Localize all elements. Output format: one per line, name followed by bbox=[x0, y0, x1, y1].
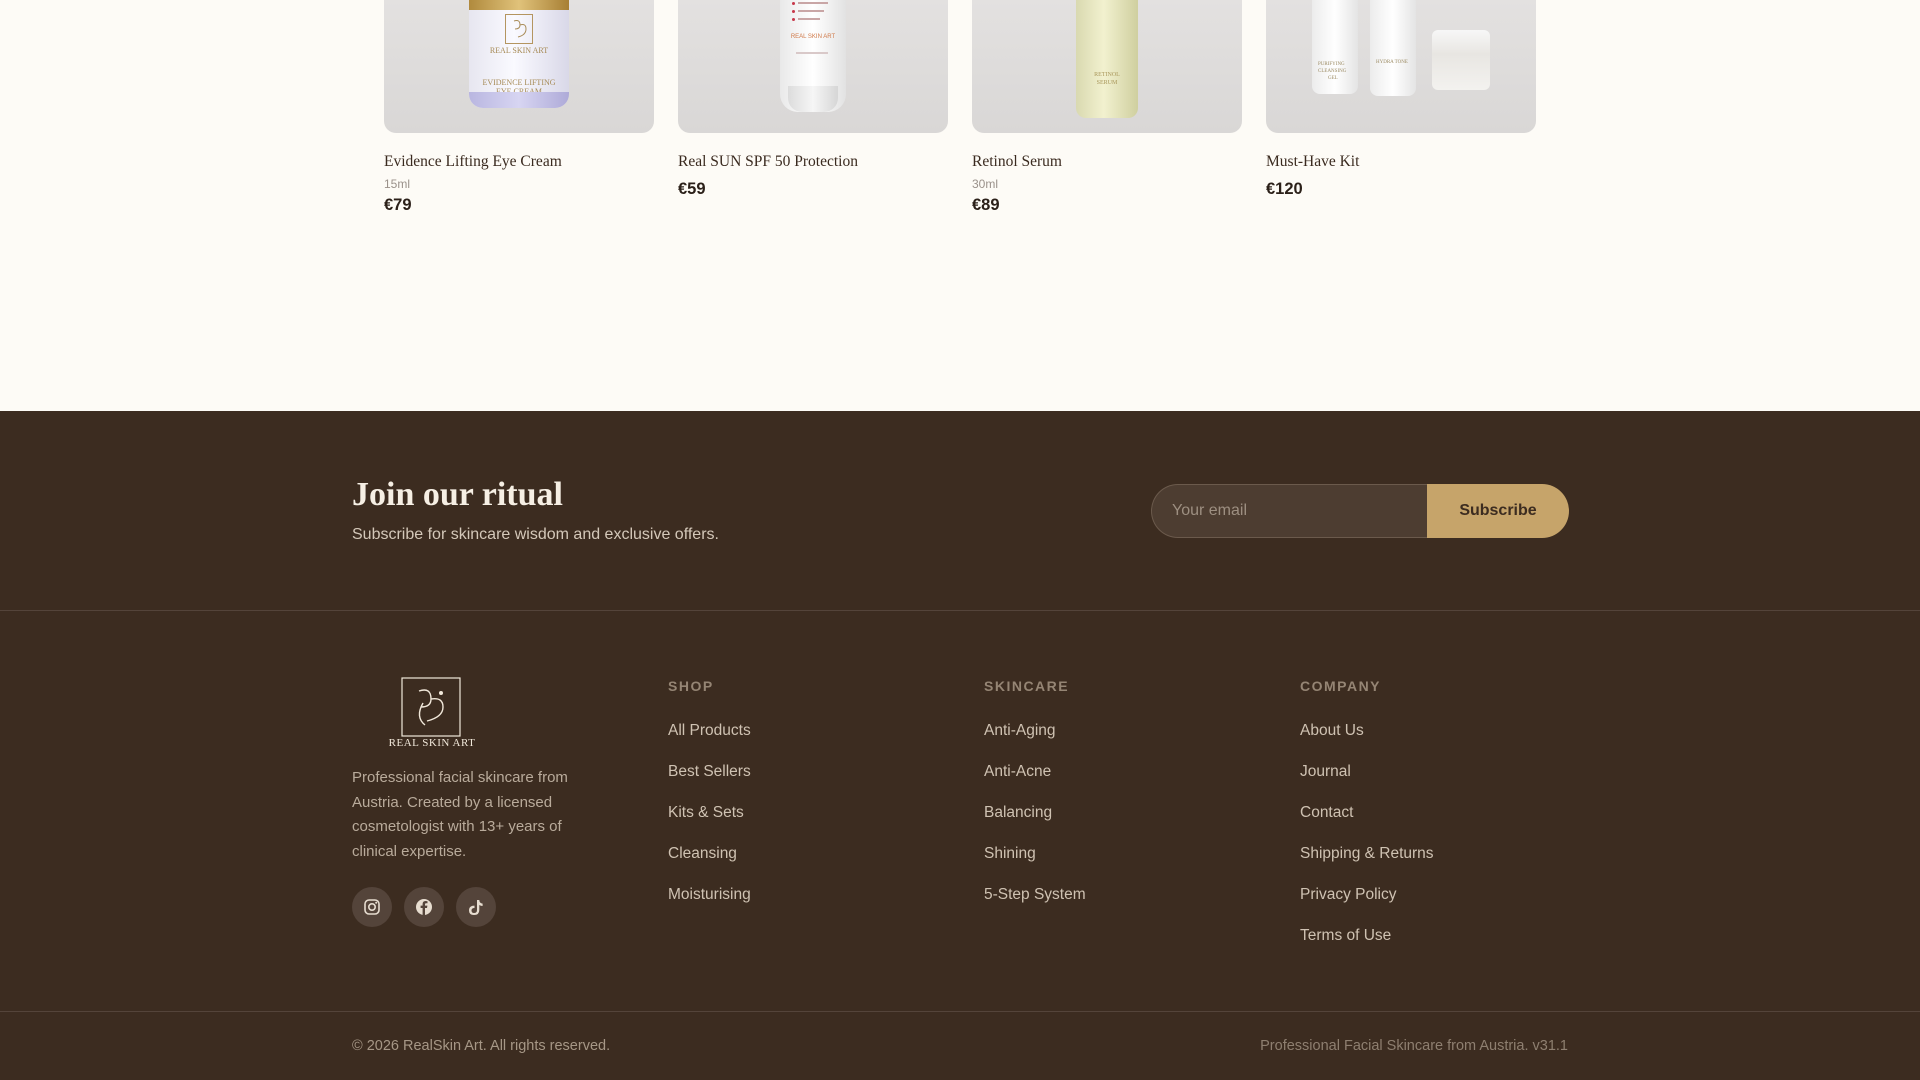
footer-link[interactable]: Moisturising bbox=[668, 885, 928, 926]
footer-link[interactable]: Cleansing bbox=[668, 844, 928, 885]
product-card[interactable]: REAL SKIN ART Real SUN SPF 50 Protection… bbox=[678, 0, 948, 199]
copyright-text: © 2026 RealSkin Art. All rights reserved… bbox=[352, 1038, 611, 1054]
tiktok-link[interactable] bbox=[456, 887, 496, 927]
footer-link[interactable]: Privacy Policy bbox=[1300, 885, 1560, 926]
serum-bottle: RETINOL SERUM bbox=[1076, 0, 1138, 118]
footer-link[interactable]: About Us bbox=[1300, 721, 1560, 762]
footer-link[interactable]: Journal bbox=[1300, 762, 1560, 803]
logo-text: REAL SKIN ART bbox=[388, 737, 476, 749]
footer-link[interactable]: Contact bbox=[1300, 803, 1560, 844]
facebook-link[interactable] bbox=[404, 887, 444, 927]
toner-bottle: HYDRA TONE bbox=[1370, 0, 1416, 96]
footer-link[interactable]: Terms of Use bbox=[1300, 926, 1560, 967]
brand-description: Professional facial skincare from Austri… bbox=[352, 769, 568, 860]
product-name[interactable]: Real SUN SPF 50 Protection bbox=[678, 153, 948, 171]
footer-link[interactable]: 5-Step System bbox=[984, 885, 1244, 926]
footer-link[interactable]: Shining bbox=[984, 844, 1244, 885]
newsletter-subtitle: Subscribe for skincare wisdom and exclus… bbox=[352, 526, 719, 543]
product-price: €59 bbox=[678, 180, 706, 198]
product-name[interactable]: Retinol Serum bbox=[972, 153, 1242, 171]
footer-column-company: COMPANY About Us Journal Contact Shippin… bbox=[1300, 677, 1560, 967]
product-grid: REAL SKIN ART EVIDENCE LIFTING EYE CREAM… bbox=[0, 0, 1920, 411]
product-size: 30ml bbox=[972, 177, 999, 191]
footer-link[interactable]: Best Sellers bbox=[668, 762, 928, 803]
footer-column-skincare: SKINCARE Anti-Aging Anti-Acne Balancing … bbox=[984, 677, 1244, 926]
product-image[interactable]: REAL SKIN ART EVIDENCE LIFTING EYE CREAM bbox=[384, 0, 654, 133]
cleanser-bottle: PURIFYING CLEANSING GEL bbox=[1312, 0, 1358, 94]
product-name[interactable]: Evidence Lifting Eye Cream bbox=[384, 153, 654, 171]
eye-cream-jar: REAL SKIN ART EVIDENCE LIFTING EYE CREAM bbox=[469, 0, 569, 108]
footer-link[interactable]: Balancing bbox=[984, 803, 1244, 844]
subscribe-button[interactable]: Subscribe bbox=[1427, 484, 1569, 538]
instagram-link[interactable] bbox=[352, 887, 392, 927]
column-heading: COMPANY bbox=[1300, 678, 1382, 694]
product-price: €79 bbox=[384, 196, 412, 214]
cream-pot bbox=[1432, 30, 1490, 90]
product-image[interactable]: REAL SKIN ART bbox=[678, 0, 948, 133]
product-name[interactable]: Must-Have Kit bbox=[1266, 153, 1536, 171]
product-size: 15ml bbox=[384, 177, 411, 191]
footer-link[interactable]: All Products bbox=[668, 721, 928, 762]
email-input[interactable] bbox=[1151, 484, 1431, 538]
tiktok-icon bbox=[469, 900, 483, 915]
newsletter-title: Join our ritual bbox=[352, 476, 563, 513]
product-card[interactable]: REAL SKIN ART EVIDENCE LIFTING EYE CREAM… bbox=[384, 0, 654, 215]
monogram-logo bbox=[505, 14, 533, 44]
product-price: €89 bbox=[972, 196, 1000, 214]
footer-link[interactable]: Kits & Sets bbox=[668, 803, 928, 844]
site-footer: REAL SKIN ART Professional facial skinca… bbox=[0, 611, 1920, 1080]
brand-logo[interactable]: REAL SKIN ART bbox=[385, 677, 479, 753]
footer-link[interactable]: Anti-Aging bbox=[984, 721, 1244, 762]
instagram-icon bbox=[364, 899, 380, 915]
sunscreen-tube: REAL SKIN ART bbox=[780, 0, 846, 112]
product-card[interactable]: RETINOL SERUM Retinol Serum 30ml €89 bbox=[972, 0, 1242, 215]
product-image[interactable]: RETINOL SERUM bbox=[972, 0, 1242, 133]
column-heading: SHOP bbox=[668, 678, 714, 694]
newsletter-form: Subscribe bbox=[1151, 484, 1569, 538]
newsletter-section: Join our ritual Subscribe for skincare w… bbox=[0, 411, 1920, 611]
footer-divider bbox=[0, 1011, 1920, 1012]
facebook-icon bbox=[416, 899, 432, 915]
column-heading: SKINCARE bbox=[984, 678, 1070, 694]
footer-tagline: Professional Facial Skincare from Austri… bbox=[1260, 1038, 1568, 1054]
footer-column-shop: SHOP All Products Best Sellers Kits & Se… bbox=[668, 677, 928, 926]
product-card[interactable]: PURIFYING CLEANSING GEL HYDRA TONE Must-… bbox=[1266, 0, 1536, 199]
product-image[interactable]: PURIFYING CLEANSING GEL HYDRA TONE bbox=[1266, 0, 1536, 133]
footer-link[interactable]: Anti-Acne bbox=[984, 762, 1244, 803]
product-price: €120 bbox=[1266, 180, 1303, 198]
footer-link[interactable]: Shipping & Returns bbox=[1300, 844, 1560, 885]
